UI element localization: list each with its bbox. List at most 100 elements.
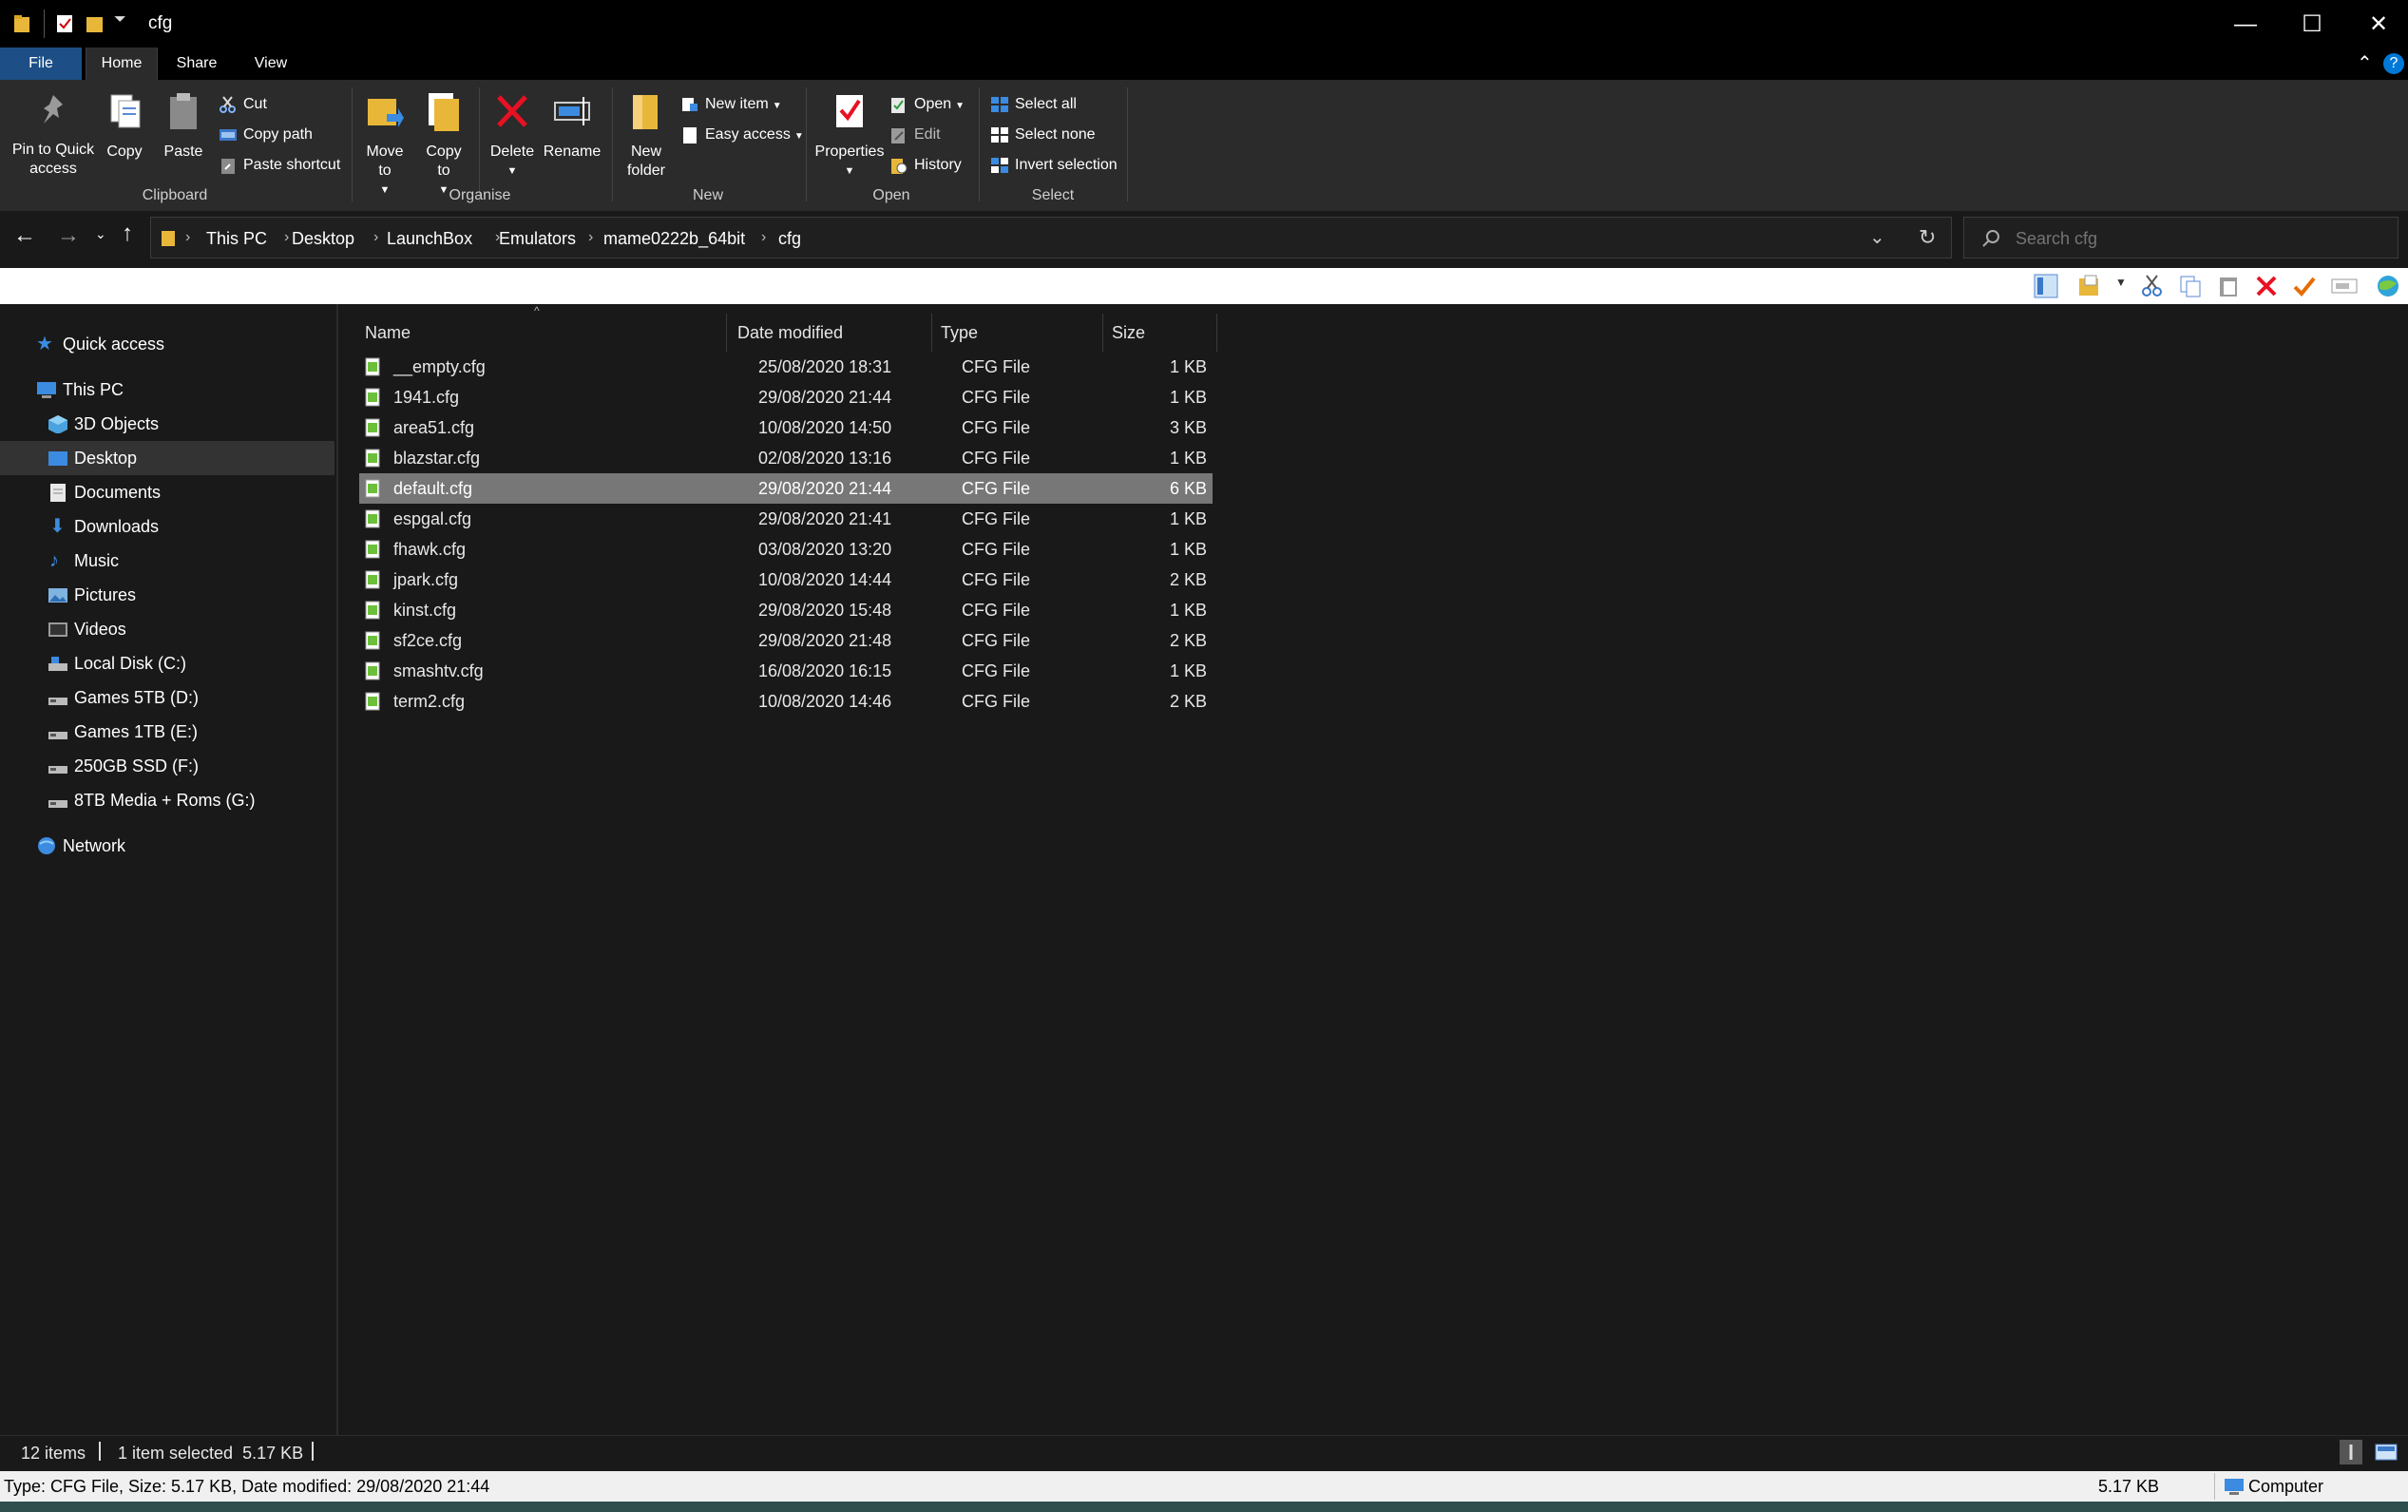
table-row[interactable]: jpark.cfg 10/08/2020 14:44 CFG File 2 KB [359, 565, 1213, 595]
table-row[interactable]: smashtv.cfg 16/08/2020 16:15 CFG File 1 … [359, 656, 1213, 686]
folder-options-dropdown-icon[interactable]: ▼ [2115, 276, 2127, 289]
breadcrumb-separator-icon[interactable]: › [761, 229, 766, 246]
search-input[interactable] [2014, 225, 2388, 252]
column-divider[interactable] [1102, 314, 1103, 352]
paste-shortcut-button[interactable]: Paste shortcut [219, 152, 340, 179]
rename-button[interactable]: Rename [542, 91, 602, 162]
nav-downloads[interactable]: ⬇ Downloads [0, 509, 334, 544]
column-header-size[interactable]: Size [1112, 314, 1207, 352]
edit-button[interactable]: Edit [889, 122, 941, 148]
file-name: kinst.cfg [393, 601, 457, 620]
select-all-button[interactable]: Select all [990, 91, 1077, 118]
table-row[interactable]: __empty.cfg 25/08/2020 18:31 CFG File 1 … [359, 352, 1213, 382]
breadcrumb-separator-icon[interactable]: › [185, 229, 190, 246]
address-history-chevron-icon[interactable]: ⌄ [1869, 225, 1885, 249]
pin-to-quick-access-button[interactable]: Pin to Quick access [6, 91, 101, 179]
nav-3d-objects[interactable]: 3D Objects [0, 407, 334, 441]
breadcrumb-launchbox[interactable]: LaunchBox [387, 229, 472, 249]
copy-button[interactable]: Copy [103, 91, 146, 162]
properties-button[interactable]: Properties ▼ [813, 91, 886, 181]
tab-home[interactable]: Home [86, 48, 158, 80]
details-view-icon[interactable] [2340, 1440, 2362, 1464]
easy-access-button[interactable]: Easy access ▼ [680, 122, 804, 148]
nav-music[interactable]: ♪ Music [0, 544, 334, 578]
delete-icon[interactable] [2254, 274, 2279, 298]
table-row[interactable]: area51.cfg 10/08/2020 14:50 CFG File 3 K… [359, 412, 1213, 443]
cut-button[interactable]: Cut [219, 91, 267, 118]
paste-button[interactable]: Paste [160, 91, 207, 162]
paste-icon[interactable] [2216, 274, 2241, 298]
new-item-button[interactable]: New item ▼ [680, 91, 782, 118]
table-row-selected[interactable]: default.cfg 29/08/2020 21:44 CFG File 6 … [359, 473, 1213, 504]
back-arrow-icon[interactable]: ← [13, 222, 36, 249]
breadcrumb-emulators[interactable]: Emulators [499, 229, 576, 249]
table-row[interactable]: 1941.cfg 29/08/2020 21:44 CFG File 1 KB [359, 382, 1213, 412]
copy-to-button[interactable]: Copy to ▼ [420, 91, 468, 200]
nav-8tb-media-g[interactable]: 8TB Media + Roms (G:) [0, 783, 334, 817]
open-button[interactable]: Open ▼ [889, 91, 965, 118]
minimize-button[interactable]: — [2212, 6, 2279, 44]
copy-path-button[interactable]: Copy path [219, 122, 313, 148]
maximize-button[interactable]: ☐ [2279, 6, 2345, 44]
large-icons-view-icon[interactable] [2374, 1440, 2398, 1464]
breadcrumb-separator-icon[interactable]: › [588, 229, 593, 246]
nav-pictures[interactable]: Pictures [0, 578, 334, 612]
move-to-button[interactable]: Move to ▼ [361, 91, 409, 200]
column-header-name[interactable]: Name [365, 314, 707, 352]
new-folder-button[interactable]: New folder [620, 91, 673, 181]
nav-network[interactable]: Network [0, 829, 334, 863]
breadcrumb-this-pc[interactable]: This PC [206, 229, 267, 249]
column-divider[interactable] [1216, 314, 1217, 352]
forward-arrow-icon[interactable]: → [57, 222, 80, 249]
delete-button[interactable]: Delete ▼ [487, 91, 538, 181]
folder-options-icon[interactable] [2077, 274, 2102, 298]
search-box[interactable] [1963, 217, 2398, 258]
nav-games-5tb-d[interactable]: Games 5TB (D:) [0, 680, 334, 715]
table-row[interactable]: sf2ce.cfg 29/08/2020 21:48 CFG File 2 KB [359, 625, 1213, 656]
column-header-date-modified[interactable]: Date modified [737, 314, 927, 352]
nav-desktop[interactable]: Desktop [0, 441, 334, 475]
breadcrumb-desktop[interactable]: Desktop [292, 229, 354, 249]
invert-selection-button[interactable]: Invert selection [990, 152, 1118, 179]
column-divider[interactable] [726, 314, 727, 352]
select-none-button[interactable]: Select none [990, 122, 1096, 148]
tab-view[interactable]: View [239, 48, 302, 80]
preview-pane-icon[interactable] [2034, 274, 2058, 298]
up-arrow-icon[interactable]: ↑ [122, 220, 133, 247]
customize-qa-chevron-icon[interactable]: ⏷ [114, 11, 126, 29]
nav-documents[interactable]: Documents [0, 475, 334, 509]
checkmark-icon[interactable] [2292, 274, 2317, 298]
nav-local-disk-c[interactable]: Local Disk (C:) [0, 646, 334, 680]
tab-file[interactable]: File [0, 48, 82, 80]
close-button[interactable]: ✕ [2345, 6, 2408, 44]
recent-locations-chevron-icon[interactable]: ⌄ [95, 226, 106, 242]
table-row[interactable]: term2.cfg 10/08/2020 14:46 CFG File 2 KB [359, 686, 1213, 717]
nav-quick-access[interactable]: ★ Quick access [0, 327, 334, 361]
breadcrumb-separator-icon[interactable]: › [373, 229, 378, 246]
nav-this-pc[interactable]: This PC [0, 373, 334, 407]
address-bar[interactable]: › This PC › Desktop › LaunchBox › Emulat… [150, 217, 1952, 258]
table-row[interactable]: blazstar.cfg 02/08/2020 13:16 CFG File 1… [359, 443, 1213, 473]
breadcrumb-separator-icon[interactable]: › [284, 229, 289, 246]
nav-games-1tb-e[interactable]: Games 1TB (E:) [0, 715, 334, 749]
breadcrumb-cfg[interactable]: cfg [778, 229, 801, 249]
help-icon[interactable]: ? [2383, 53, 2404, 74]
refresh-icon[interactable]: ↻ [1919, 225, 1936, 250]
globe-icon[interactable] [2374, 274, 2402, 298]
copy-icon[interactable] [2178, 274, 2203, 298]
table-row[interactable]: fhawk.cfg 03/08/2020 13:20 CFG File 1 KB [359, 534, 1213, 565]
nav-250gb-ssd-f[interactable]: 250GB SSD (F:) [0, 749, 334, 783]
history-button[interactable]: History [889, 152, 962, 179]
nav-videos[interactable]: Videos [0, 612, 334, 646]
rename-icon[interactable] [2330, 274, 2359, 298]
collapse-ribbon-chevron-icon[interactable]: ⌃ [2357, 51, 2373, 75]
properties-quick-icon[interactable] [55, 13, 74, 34]
column-divider[interactable] [931, 314, 932, 352]
tab-share[interactable]: Share [167, 48, 226, 80]
breadcrumb-mame[interactable]: mame0222b_64bit [603, 229, 745, 249]
cut-icon[interactable] [2140, 274, 2165, 298]
column-header-type[interactable]: Type [941, 314, 1093, 352]
table-row[interactable]: espgal.cfg 29/08/2020 21:41 CFG File 1 K… [359, 504, 1213, 534]
table-row[interactable]: kinst.cfg 29/08/2020 15:48 CFG File 1 KB [359, 595, 1213, 625]
new-folder-quick-icon[interactable] [86, 13, 105, 34]
